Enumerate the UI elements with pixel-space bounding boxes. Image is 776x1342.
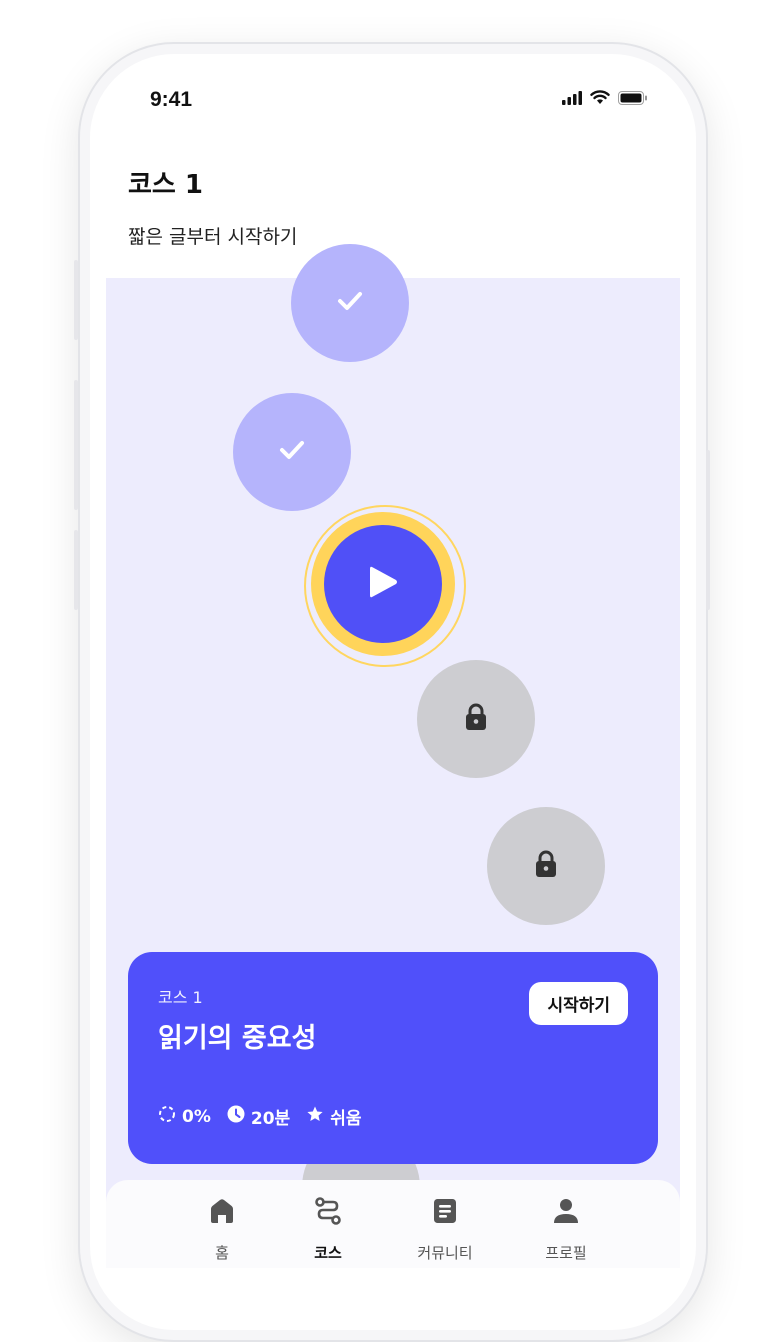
card-lesson-title: 읽기의 중요성: [158, 1023, 317, 1054]
star-icon: [306, 1105, 324, 1128]
lesson-node-done[interactable]: [291, 244, 409, 362]
tab-community[interactable]: 커뮤니티: [400, 1196, 490, 1263]
check-icon: [337, 291, 363, 315]
difficulty-meta: 쉬움: [306, 1104, 361, 1129]
bottom-tab-bar: 홈 코스 커뮤니티 프로필: [106, 1180, 680, 1268]
lesson-node-locked[interactable]: [487, 807, 605, 925]
page-subtitle: 짧은 글부터 시작하기: [128, 226, 298, 248]
status-bar: 9:41: [106, 68, 680, 132]
duration-value: 20분: [250, 1109, 291, 1129]
lock-icon: [465, 703, 487, 735]
lesson-node-locked[interactable]: [417, 660, 535, 778]
card-meta: 0% 20분 쉬움: [158, 1104, 371, 1129]
tab-label: 커뮤니티: [417, 1244, 473, 1262]
tab-course[interactable]: 코스: [283, 1196, 373, 1263]
lesson-node-current[interactable]: [324, 525, 442, 643]
card-course-label: 코스 1: [158, 988, 203, 1007]
tab-profile[interactable]: 프로필: [521, 1196, 611, 1263]
phone-side-button: [74, 380, 78, 510]
tab-home[interactable]: 홈: [177, 1196, 267, 1263]
status-time: 9:41: [150, 88, 193, 111]
course-header: 코스 1: [128, 164, 203, 201]
route-icon: [313, 1196, 343, 1230]
wifi-icon: [590, 90, 610, 109]
profile-icon: [551, 1196, 581, 1230]
duration-meta: 20분: [227, 1104, 290, 1129]
progress-circle-icon: [158, 1105, 176, 1128]
start-button[interactable]: 시작하기: [529, 982, 628, 1025]
lesson-node-done[interactable]: [233, 393, 351, 511]
document-icon: [430, 1196, 460, 1230]
battery-icon: [618, 90, 648, 109]
app-screen: 9:41 코스 1 짧은 글부터 시작하기 코스 1 읽기의 중요성 시작하기 …: [106, 68, 680, 1268]
play-icon: [366, 563, 400, 605]
tab-label: 프로필: [545, 1244, 587, 1262]
phone-side-button: [706, 450, 710, 610]
tab-label: 코스: [314, 1244, 342, 1262]
status-icons: [562, 90, 648, 109]
home-icon: [207, 1196, 237, 1230]
clock-icon: [227, 1105, 245, 1128]
phone-side-button: [74, 260, 78, 340]
progress-meta: 0%: [158, 1105, 211, 1128]
difficulty-value: 쉬움: [330, 1109, 362, 1129]
tab-label: 홈: [215, 1244, 229, 1262]
page-title: 코스 1: [128, 170, 203, 200]
progress-value: 0%: [182, 1106, 211, 1127]
check-icon: [279, 440, 305, 464]
lesson-card: 코스 1 읽기의 중요성 시작하기 0% 20분 쉬움: [128, 952, 658, 1164]
signal-icon: [562, 90, 582, 109]
phone-side-button: [74, 530, 78, 610]
lock-icon: [535, 850, 557, 882]
